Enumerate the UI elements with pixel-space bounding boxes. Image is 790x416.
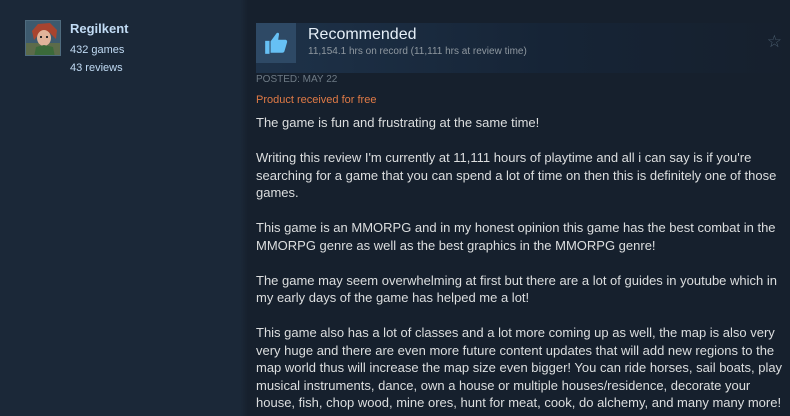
author-avatar[interactable] <box>25 20 61 56</box>
review-paragraph: The game is fun and frustrating at the s… <box>256 115 540 130</box>
author-name[interactable]: Regilkent <box>70 21 129 36</box>
review-body: The game is fun and frustrating at the s… <box>256 114 786 416</box>
author-games-count[interactable]: 432 games <box>70 44 124 56</box>
review-page: Regilkent 432 games 43 reviews Recommend… <box>0 0 790 416</box>
avatar-image <box>26 21 60 55</box>
thumbs-up-icon <box>256 23 296 63</box>
review-paragraph: The game may seem overwhelming at first … <box>256 272 777 306</box>
hours-on-record: 11,154.1 hrs on record (11,111 hrs at re… <box>308 46 527 57</box>
star-outline-icon[interactable]: ☆ <box>767 33 782 50</box>
review-panel: Recommended 11,154.1 hrs on record (11,1… <box>248 16 790 416</box>
review-paragraph: This game is an MMORPG and in my honest … <box>256 220 776 253</box>
review-paragraph: Writing this review I'm currently at 11,… <box>256 150 777 200</box>
review-verdict[interactable]: Recommended <box>308 26 417 44</box>
author-reviews-count[interactable]: 43 reviews <box>70 62 123 74</box>
review-paragraph: This game also has a lot of classes and … <box>256 325 783 410</box>
vote-header[interactable]: Recommended 11,154.1 hrs on record (11,1… <box>256 23 790 73</box>
posted-date: POSTED: MAY 22 <box>256 74 338 85</box>
received-for-free-note: Product received for free <box>256 94 377 106</box>
